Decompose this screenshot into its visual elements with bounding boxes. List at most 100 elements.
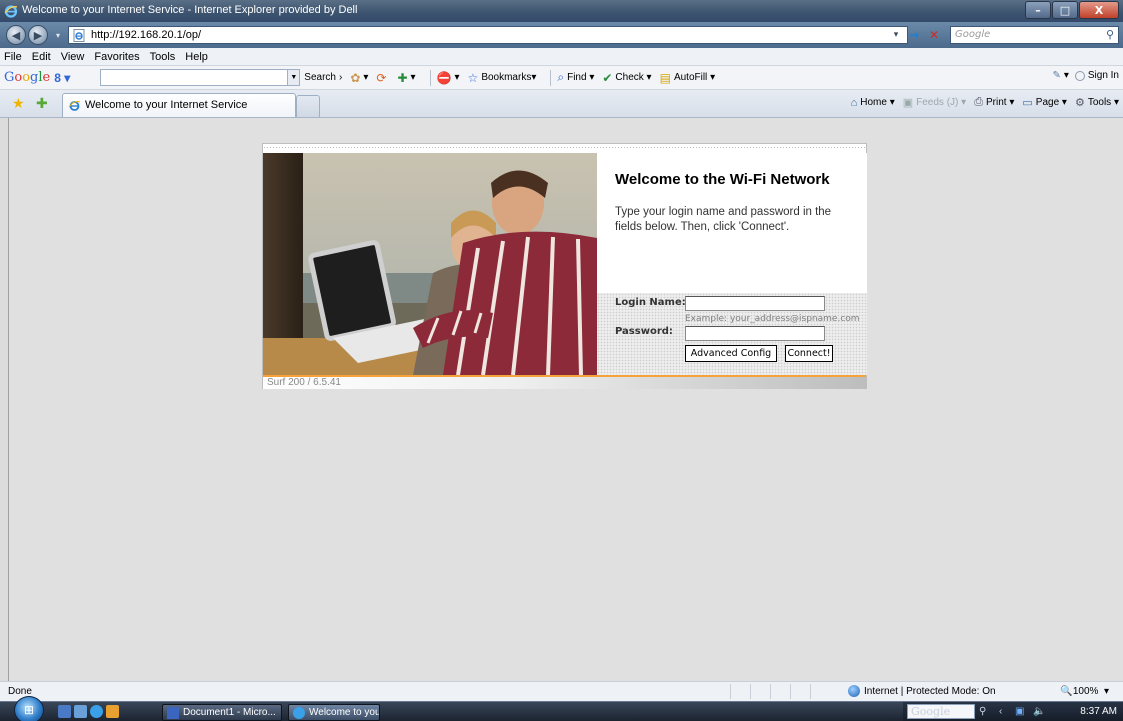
page-icon [68, 101, 81, 111]
google-toolbar-right: ✎ ▾ Sign In [1052, 70, 1119, 81]
chevron-right-icon: › [338, 72, 343, 83]
menu-file[interactable]: File [4, 51, 22, 63]
status-bar: Done Internet | Protected Mode: On 🔍100%… [0, 681, 1123, 701]
bookmarks-button[interactable]: ☆ Bookmarks ▾ [468, 71, 537, 85]
password-label: Password: [615, 326, 673, 337]
forward-arrow-icon: ▶ [33, 28, 43, 42]
new-tab-button[interactable] [296, 95, 320, 117]
window-controls: – □ X [1024, 1, 1119, 19]
feed-icon: ▣ [902, 97, 914, 109]
taskbar-item-browser[interactable]: Welcome to your In... [288, 704, 380, 721]
close-button[interactable]: X [1079, 1, 1119, 19]
zoom-control[interactable]: 🔍100% ▾ [1060, 686, 1109, 697]
tab-label: Welcome to your Internet Service [85, 99, 248, 111]
stop-icon[interactable]: ✕ [926, 27, 942, 43]
menu-edit[interactable]: Edit [32, 51, 51, 63]
print-button[interactable]: ⎙ Print ▾ [974, 96, 1014, 109]
menu-help[interactable]: Help [185, 51, 208, 63]
checkmark-icon: ✔ [602, 70, 613, 85]
google-plus-menu[interactable]: 8 ▾ [54, 71, 70, 85]
chevron-down-icon[interactable]: ▼ [287, 70, 300, 85]
menu-tools[interactable]: Tools [150, 51, 176, 63]
wrench-icon[interactable]: ✎ [1052, 70, 1060, 81]
forward-button[interactable]: ▶ [28, 25, 48, 45]
home-button[interactable]: ⌂ Home ▾ [851, 97, 895, 109]
word-icon [167, 707, 179, 719]
address-input[interactable]: http://192.168.20.1/op/ [68, 26, 908, 44]
autofill-icon: ▤ [659, 70, 671, 85]
internet-explorer-icon[interactable] [90, 705, 103, 718]
network-icon[interactable]: ▣ [1015, 706, 1024, 717]
command-bar: ⌂ Home ▾ ▣ Feeds (J) ▾ ⎙ Print ▾ ▭ Page ▾ ⚙ T… [843, 96, 1119, 109]
login-name-label: Login Name: [615, 297, 686, 308]
tab-row: ★ ✚ Welcome to your Internet Service ⌂ Ho… [0, 90, 1123, 118]
spin-icon[interactable]: ⟳ [376, 71, 389, 85]
password-input[interactable] [685, 326, 825, 341]
favorites-star-icon[interactable]: ★ [12, 96, 25, 112]
tray-chevron-icon[interactable]: ‹ [999, 706, 1002, 717]
start-button[interactable]: ⊞ [14, 696, 44, 721]
page-icon: ▭ [1022, 97, 1033, 109]
taskbar: ⊞ Document1 - Micro... Welcome to your I… [0, 696, 1123, 721]
star-icon: ☆ [467, 70, 479, 85]
search-icon[interactable]: ⚲ [979, 706, 986, 717]
maximize-button[interactable]: □ [1052, 1, 1078, 19]
page-content: Welcome to the Wi-Fi Network Type your l… [8, 118, 1123, 681]
search-input[interactable]: Google ⚲ [950, 26, 1119, 44]
volume-icon[interactable]: 🔈 [1033, 706, 1045, 717]
spell-check-button[interactable]: ✔ Check ▾ [602, 71, 651, 85]
search-icon[interactable]: ⚲ [1106, 28, 1114, 41]
menu-bar: File Edit View Favorites Tools Help [0, 48, 1123, 66]
search-placeholder: Google [955, 29, 991, 40]
address-dropdown-icon[interactable]: ▾ [888, 27, 904, 43]
system-tray: Google ⚲ ‹ ▣ 🔈 8:37 AM [903, 702, 1123, 721]
address-url: http://192.168.20.1/op/ [91, 29, 202, 41]
show-desktop-icon[interactable] [58, 705, 71, 718]
back-button[interactable]: ◀ [6, 25, 26, 45]
sign-in-link[interactable]: Sign In [1088, 70, 1119, 81]
find-button[interactable]: ⌕ Find ▾ [557, 70, 594, 85]
toolbar-divider [550, 69, 552, 86]
history-dropdown-icon[interactable]: ▾ [50, 27, 66, 43]
page-icon [73, 29, 85, 42]
connect-button[interactable]: Connect! [785, 345, 833, 362]
go-arrow-icon[interactable]: → [906, 27, 922, 43]
advanced-config-button[interactable]: Advanced Config [685, 345, 777, 362]
desktop-search-input[interactable]: Google [907, 704, 975, 719]
welcome-instructions: Type your login name and password in the… [615, 206, 832, 233]
internet-explorer-icon [4, 5, 18, 18]
login-portal: Welcome to the Wi-Fi Network Type your l… [262, 143, 867, 389]
tools-menu-button[interactable]: ⚙ Tools ▾ [1075, 96, 1119, 109]
menu-view[interactable]: View [61, 51, 85, 63]
dotted-border [263, 146, 866, 150]
user-icon [1074, 70, 1085, 81]
clock[interactable]: 8:37 AM [1080, 706, 1117, 717]
popup-blocker-icon[interactable]: ⛔ ▾ [437, 71, 460, 85]
welcome-panel: Welcome to the Wi-Fi Network Type your l… [597, 153, 867, 293]
chevron-down-icon: ▾ [1103, 686, 1109, 697]
login-name-input[interactable] [685, 296, 825, 311]
login-name-hint: Example: your_address@ispname.com [685, 314, 860, 324]
home-icon: ⌂ [850, 96, 858, 109]
feeds-button[interactable]: ▣ Feeds (J) ▾ [903, 96, 966, 109]
globe-icon [848, 685, 860, 697]
add-button-icon[interactable]: ✚ ▾ [397, 71, 415, 85]
media-player-icon[interactable] [106, 705, 119, 718]
pagerank-icon[interactable]: ✿ ▾ [350, 71, 368, 85]
minimize-button[interactable]: – [1025, 1, 1051, 19]
welcome-title: Welcome to the Wi-Fi Network [615, 171, 830, 188]
gear-icon: ⚙ [1074, 97, 1085, 109]
taskbar-item-document[interactable]: Document1 - Micro... [162, 704, 282, 721]
tab-welcome[interactable]: Welcome to your Internet Service [62, 93, 296, 117]
autofill-button[interactable]: ▤ AutoFill ▾ [660, 71, 716, 85]
google-search-button[interactable]: Search › [304, 72, 342, 83]
status-panels [730, 684, 830, 699]
page-menu-button[interactable]: ▭ Page ▾ [1022, 96, 1067, 109]
google-search-field[interactable]: ▼ [100, 69, 301, 86]
menu-favorites[interactable]: Favorites [94, 51, 139, 63]
security-zone[interactable]: Internet | Protected Mode: On [848, 685, 996, 697]
add-favorites-icon[interactable]: ✚ [36, 96, 48, 112]
switch-windows-icon[interactable] [74, 705, 87, 718]
login-form: Login Name: Example: your_address@ispnam… [597, 293, 867, 375]
couple-laptop-image [263, 153, 597, 375]
